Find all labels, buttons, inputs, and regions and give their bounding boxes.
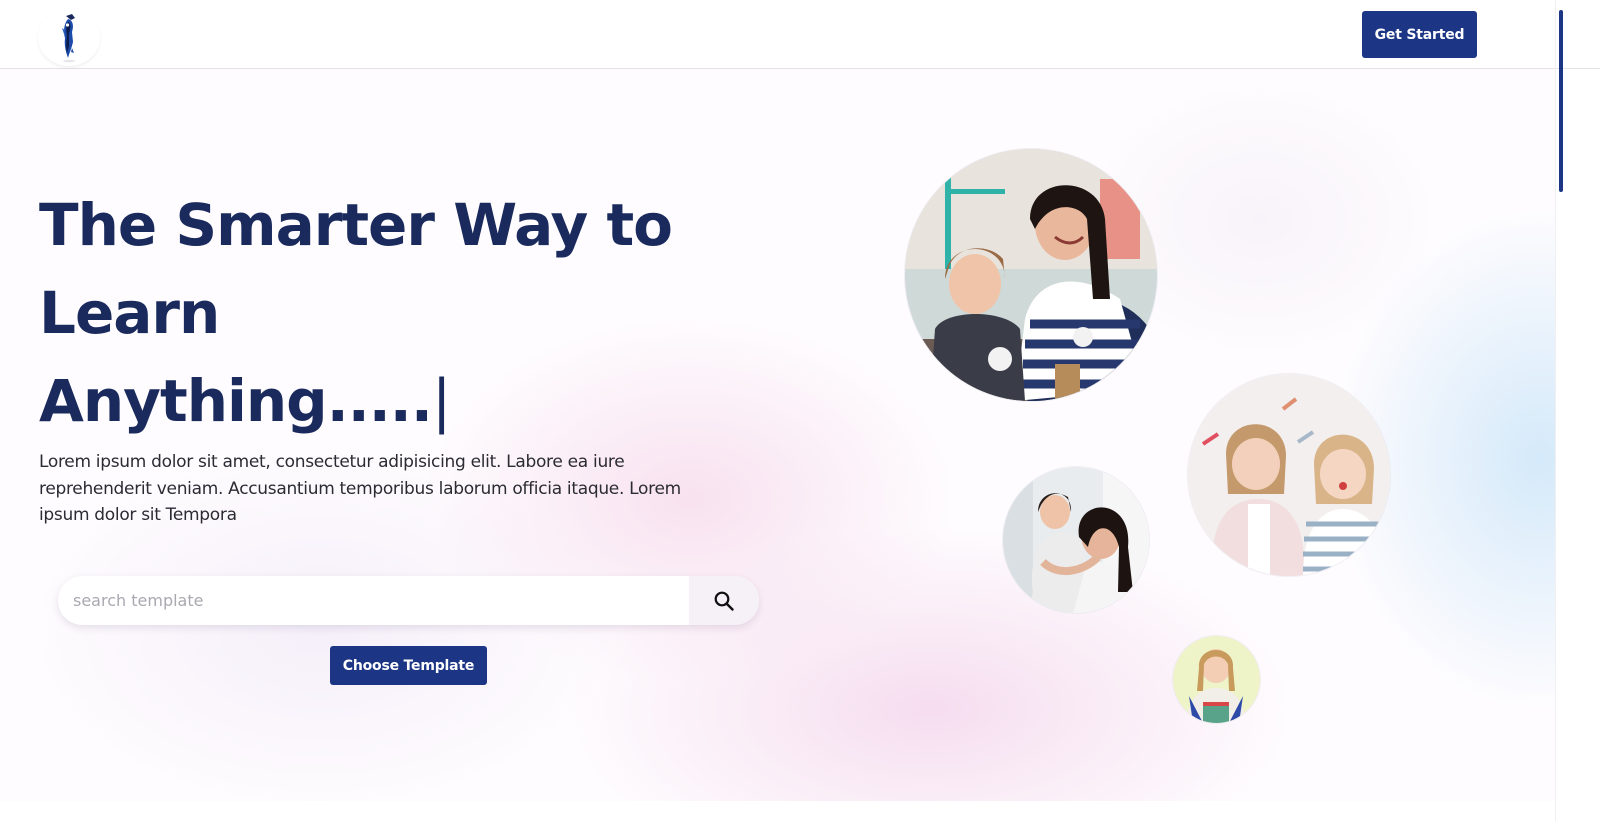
photo-schoolgirl-image (1173, 636, 1260, 723)
owl-logo-icon (62, 14, 75, 63)
logo[interactable] (38, 8, 100, 66)
scrollbar-thumb[interactable] (1559, 10, 1563, 192)
search-bar (58, 576, 759, 625)
headline-line-2: Learn (39, 279, 220, 347)
search-button[interactable] (689, 576, 759, 625)
get-started-button[interactable]: Get Started (1362, 11, 1477, 58)
hero-description: Lorem ipsum dolor sit amet, consectetur … (39, 452, 681, 525)
photo-two-girls-image (1188, 374, 1390, 576)
top-navbar: Get Started (0, 0, 1600, 69)
photo-schoolgirl (1173, 636, 1260, 723)
search-input[interactable] (58, 576, 689, 625)
photo-mother-daughter-image (905, 149, 1157, 401)
photo-mother-daughter-painting (905, 149, 1157, 401)
choose-template-button[interactable]: Choose Template (330, 646, 487, 685)
scrollbar-track[interactable] (1555, 0, 1556, 821)
photo-mother-carrying-image (1003, 467, 1149, 613)
photo-two-girls (1188, 374, 1390, 576)
hero-headline: The Smarter Way to Learn Anything.....| (39, 181, 719, 445)
typing-caret: | (431, 367, 452, 435)
headline-line-1: The Smarter Way to (39, 191, 673, 259)
photo-mother-carrying-daughter (1003, 467, 1149, 613)
headline-line-3-text: Anything..... (39, 367, 433, 435)
headline-line-3: Anything.....| (39, 357, 719, 445)
search-icon (714, 591, 734, 611)
